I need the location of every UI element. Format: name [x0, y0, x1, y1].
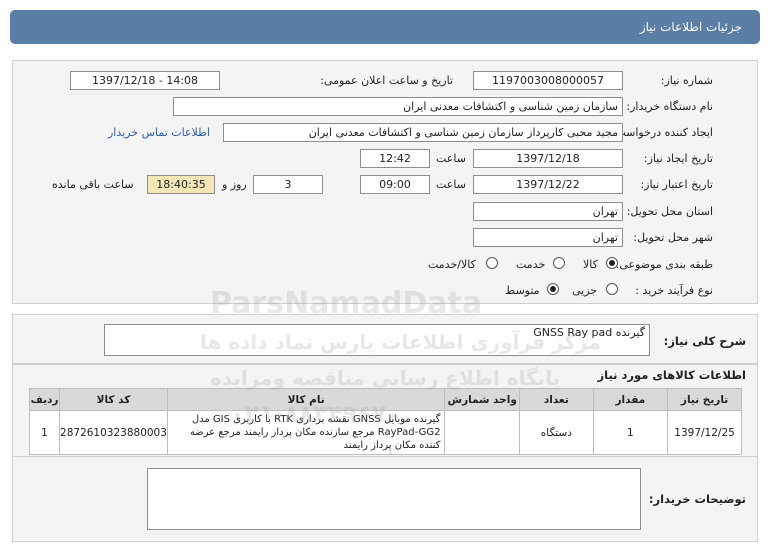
process-label: نوع فرآیند خرید : — [635, 284, 713, 297]
summary-field: گیرنده GNSS Ray pad — [104, 324, 650, 356]
category-label: طبقه بندی موضوعی: — [615, 258, 713, 271]
process-medium-label: متوسط — [505, 284, 540, 297]
page-title: جزئیات اطلاعات نیاز — [639, 20, 742, 34]
created-time-label: ساعت — [436, 152, 466, 165]
summary-text: گیرنده GNSS Ray pad — [533, 326, 645, 339]
summary-label: شرح کلی نیاز: — [663, 334, 746, 348]
col-header-row: ردیف — [28, 388, 61, 411]
col-header-qty: مقدار — [592, 388, 669, 411]
col-header-name: نام کالا — [166, 388, 446, 411]
created-time-field: 12:42 — [360, 149, 430, 168]
category-goods-service-label: کالا/خدمت — [428, 258, 476, 271]
province-label: استان محل تحویل: — [626, 205, 713, 218]
col-header-code: کد کالا — [59, 388, 168, 411]
contact-buyer-link[interactable]: اطلاعات تماس خریدار — [108, 126, 210, 139]
buyer-notes-label: توضیحات خریدار: — [648, 492, 746, 506]
category-goods-radio[interactable] — [606, 257, 618, 269]
validity-time-label: ساعت — [436, 178, 466, 191]
cell-name: گیرنده موبایل GNSS نقشه برداری RTK با کا… — [166, 410, 446, 455]
buyer-org-field: سازمان زمین شناسی و اکتشافات معدنی ایران — [173, 97, 623, 116]
category-goods-service-radio[interactable] — [486, 257, 498, 269]
city-label: شهر محل تحویل: — [633, 231, 713, 244]
category-service-radio[interactable] — [553, 257, 565, 269]
time-remaining-field: 18:40:35 — [147, 175, 215, 194]
need-number-field: 1197003008000057 — [473, 71, 623, 90]
items-table: تاریخ نیاز مقدار تعداد واحد شمارش نام کا… — [28, 388, 742, 455]
category-goods-label: کالا — [583, 258, 598, 271]
category-service-label: خدمت — [516, 258, 546, 271]
cell-date: 1397/12/25 — [667, 410, 742, 455]
cell-unit: دستگاه — [519, 410, 594, 455]
process-medium-radio[interactable] — [547, 283, 559, 295]
validity-date-field: 1397/12/22 — [473, 175, 623, 194]
requester-label: ایجاد کننده درخواست: — [611, 126, 713, 139]
col-header-count: تعداد — [519, 388, 594, 411]
created-date-label: تاریخ ایجاد نیاز: — [643, 152, 713, 165]
table-row: 1397/12/25 1 دستگاه گیرنده موبایل GNSS ن… — [28, 410, 742, 455]
process-minor-label: جزیی — [572, 284, 598, 297]
requester-field: مجید محبی کارپرداز سازمان زمین شناسی و ا… — [223, 123, 623, 142]
page-header: جزئیات اطلاعات نیاز — [10, 10, 760, 44]
cell-unit-spacer — [444, 410, 521, 455]
cell-code: 2872610323880003 — [59, 410, 168, 455]
cell-qty: 1 — [592, 410, 669, 455]
days-label: روز و — [222, 178, 247, 191]
buyer-org-label: نام دستگاه خریدار: — [626, 100, 713, 113]
days-remaining-field: 3 — [253, 175, 323, 194]
validity-time-field: 09:00 — [360, 175, 430, 194]
validity-date-label: تاریخ اعتبار نیاز: — [640, 178, 713, 191]
col-header-unit: واحد شمارش — [444, 388, 521, 411]
announce-label: تاریخ و ساعت اعلان عمومی: — [320, 74, 453, 87]
need-number-label: شماره نیاز: — [660, 74, 713, 87]
col-header-date: تاریخ نیاز — [667, 388, 742, 411]
city-field: تهران — [473, 228, 623, 247]
cell-row: 1 — [28, 410, 61, 455]
items-title: اطلاعات کالاهای مورد نیاز — [597, 368, 746, 382]
created-date-field: 1397/12/18 — [473, 149, 623, 168]
province-field: تهران — [473, 202, 623, 221]
process-minor-radio[interactable] — [606, 283, 618, 295]
announce-field: 1397/12/18 - 14:08 — [70, 71, 220, 90]
buyer-notes-field — [147, 468, 641, 530]
time-remaining-label: ساعت باقی مانده — [52, 178, 134, 191]
